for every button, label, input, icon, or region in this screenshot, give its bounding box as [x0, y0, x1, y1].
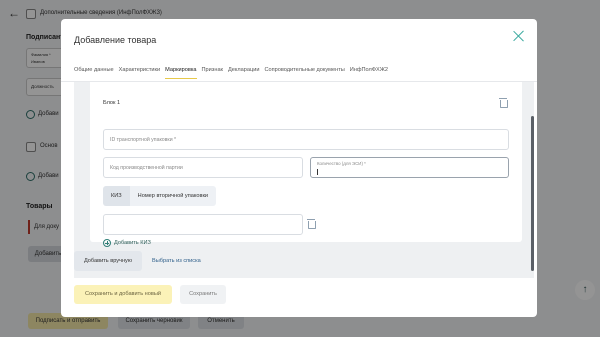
choose-from-list-link[interactable]: Выбрать из списка	[152, 258, 201, 264]
modal-tabs: Общие данные Характеристики Маркировка П…	[74, 67, 393, 79]
delete-block-icon[interactable]	[499, 98, 508, 108]
scroll-top-icon[interactable]: ↑	[575, 280, 595, 300]
modal-title: Добавление товара	[74, 35, 157, 45]
plus-circle-icon	[103, 239, 111, 247]
segment-kiz[interactable]: КИЗ	[103, 186, 130, 206]
tab-infpol[interactable]: ИнфПолФХЖ2	[350, 67, 388, 79]
add-kiz-link[interactable]: Добавить КИЗ	[103, 239, 151, 247]
add-plus-icon	[26, 172, 35, 181]
block-card: Блок 1 ID транспортной упаковки * Код пр…	[90, 82, 522, 247]
add-manual-button[interactable]: Добавить вручную	[74, 251, 142, 271]
extra-info-label: Дополнительные сведения (ИнфПолФХЖ3)	[40, 10, 162, 16]
base-checkbox[interactable]	[26, 142, 36, 152]
text-caret	[317, 169, 318, 175]
tab-characteristics[interactable]: Характеристики	[119, 67, 160, 79]
segment-secondary-package[interactable]: Номер вторичной упаковки	[129, 186, 217, 206]
delete-kiz-icon[interactable]	[307, 219, 316, 229]
kiz-input[interactable]	[103, 214, 303, 235]
tab-marking[interactable]: Маркировка	[165, 67, 197, 79]
add-item-modal: Добавление товара Общие данные Характери…	[61, 19, 537, 317]
tab-declarations[interactable]: Декларации	[228, 67, 259, 79]
batch-code-input[interactable]: Код производственной партии	[103, 157, 303, 178]
goods-field: Для доку	[34, 224, 60, 230]
save-and-add-button[interactable]: Сохранить и добавить новый	[74, 285, 172, 304]
tab-attribute[interactable]: Признак	[202, 67, 223, 79]
back-arrow-icon[interactable]: ←	[8, 6, 20, 20]
signer-heading: Подписант	[26, 34, 64, 41]
transport-package-input[interactable]: ID транспортной упаковки *	[103, 129, 509, 150]
block-title: Блок 1	[103, 100, 121, 106]
kiz-segment: КИЗ Номер вторичной упаковки	[103, 186, 217, 206]
tab-documents[interactable]: Сопроводительные документы	[264, 67, 344, 79]
extra-info-checkbox[interactable]	[26, 9, 36, 19]
add-link-1[interactable]: Добави	[38, 111, 59, 117]
add-plus-icon	[26, 110, 35, 119]
quantity-input[interactable]: Количество (для ЭСИ) *	[310, 157, 509, 178]
scrollbar[interactable]	[531, 116, 534, 271]
goods-heading: Товары	[26, 203, 53, 210]
save-button[interactable]: Сохранить	[180, 285, 226, 304]
add-link-2[interactable]: Добави	[38, 173, 59, 179]
base-label: Основ	[40, 143, 58, 149]
tab-general[interactable]: Общие данные	[74, 67, 114, 79]
close-icon[interactable]	[513, 30, 525, 42]
goods-error-bar	[28, 220, 30, 234]
marking-content: Блок 1 ID транспортной упаковки * Код пр…	[74, 82, 534, 278]
